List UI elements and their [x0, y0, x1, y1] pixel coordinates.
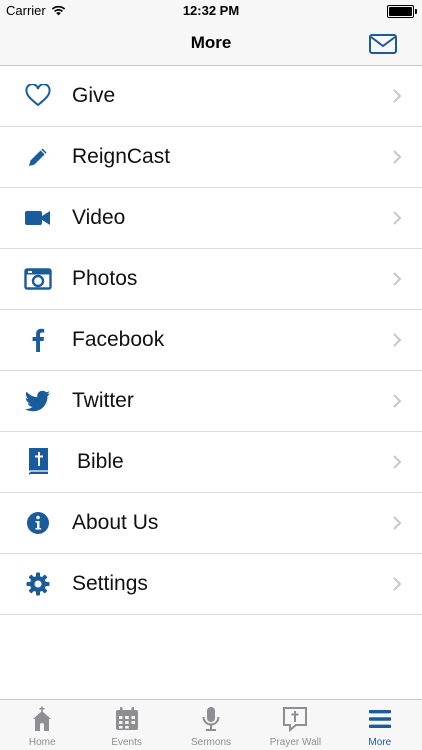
menu-item-label: Facebook — [72, 328, 165, 351]
more-menu-list: Give ReignCast Video Photos Facebook Twi… — [0, 66, 422, 615]
tab-label: Prayer Wall — [269, 737, 322, 748]
video-camera-icon — [24, 205, 52, 231]
menu-item-bible[interactable]: Bible — [0, 432, 422, 493]
tab-events[interactable]: Events — [84, 700, 168, 750]
tab-label: Home — [28, 737, 56, 748]
chevron-right-icon — [393, 333, 402, 347]
battery-icon — [387, 5, 417, 18]
menu-item-label: Photos — [72, 267, 138, 290]
page-title: More — [190, 33, 232, 52]
menu-item-facebook[interactable]: Facebook — [0, 310, 422, 371]
menu-item-label: ReignCast — [72, 145, 171, 168]
prayer-bubble-icon — [283, 707, 308, 732]
tab-prayer-wall[interactable]: Prayer Wall — [253, 700, 337, 750]
menu-item-label: Bible — [77, 450, 124, 473]
tab-label: Events — [111, 737, 142, 748]
info-icon — [24, 510, 52, 536]
status-bar: Carrier 12:32 PM — [0, 0, 422, 22]
bible-icon — [24, 448, 52, 476]
twitter-icon — [24, 388, 52, 414]
gear-icon — [24, 571, 52, 597]
menu-item-label: Twitter — [72, 389, 134, 412]
menu-item-label: About Us — [72, 511, 159, 534]
menu-item-twitter[interactable]: Twitter — [0, 371, 422, 432]
tab-more[interactable]: More — [338, 700, 422, 750]
tab-label: Sermons — [191, 737, 232, 748]
mail-icon — [369, 34, 397, 54]
tab-sermons[interactable]: Sermons — [169, 700, 253, 750]
menu-item-about-us[interactable]: About Us — [0, 493, 422, 554]
chevron-right-icon — [393, 394, 402, 408]
chevron-right-icon — [393, 211, 402, 225]
menu-item-label: Settings — [72, 572, 148, 595]
church-icon — [33, 706, 52, 731]
tab-label: More — [368, 737, 392, 748]
menu-item-label: Give — [72, 84, 116, 107]
chevron-right-icon — [393, 89, 402, 103]
chevron-right-icon — [393, 150, 402, 164]
facebook-icon — [24, 327, 52, 353]
menu-item-label: Video — [72, 206, 126, 229]
tab-home[interactable]: Home — [0, 700, 84, 750]
status-time: 12:32 PM — [182, 3, 240, 18]
menu-item-reigncast[interactable]: ReignCast — [0, 127, 422, 188]
menu-icon — [368, 710, 391, 728]
menu-item-settings[interactable]: Settings — [0, 554, 422, 615]
menu-item-video[interactable]: Video — [0, 188, 422, 249]
mail-button[interactable] — [368, 32, 398, 56]
chevron-right-icon — [393, 516, 402, 530]
menu-item-give[interactable]: Give — [0, 66, 422, 127]
chevron-right-icon — [393, 455, 402, 469]
menu-item-photos[interactable]: Photos — [0, 249, 422, 310]
tab-bar: Home Events Sermons Prayer Wall More — [0, 699, 422, 750]
chevron-right-icon — [393, 272, 402, 286]
calendar-icon — [115, 707, 138, 730]
heart-icon — [24, 83, 52, 109]
chevron-right-icon — [393, 577, 402, 591]
navigation-bar: More — [0, 22, 422, 66]
photo-camera-icon — [24, 266, 52, 292]
microphone-icon — [202, 707, 220, 731]
pencil-icon — [24, 144, 52, 170]
